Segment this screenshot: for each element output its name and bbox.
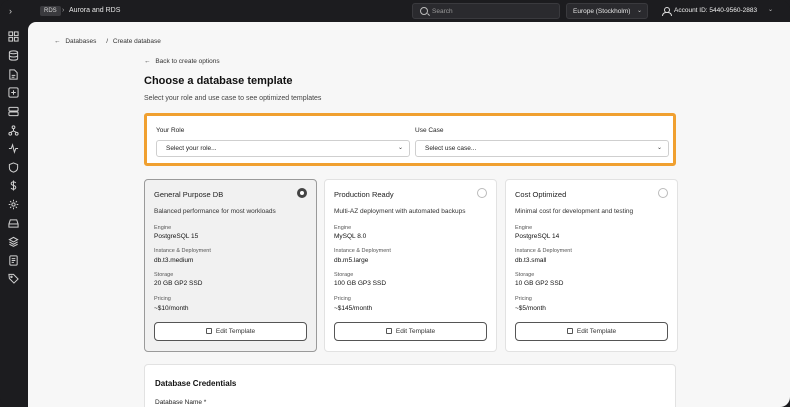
account-id: Account ID: 5440-9560-2883 bbox=[674, 7, 758, 14]
search-icon bbox=[420, 7, 428, 15]
shield-icon[interactable] bbox=[8, 162, 19, 173]
instance-value: db.t3.medium bbox=[154, 257, 194, 264]
app-window: › RDS › Aurora and RDS Search Europe (St… bbox=[0, 0, 790, 407]
instance-label: Instance & Deployment bbox=[515, 248, 572, 254]
region-selector[interactable]: Europe (Stockholm) ⌄ bbox=[566, 3, 648, 19]
top-bar: › RDS › Aurora and RDS Search Europe (St… bbox=[0, 0, 790, 22]
usecase-select-value: Select use case... bbox=[425, 145, 477, 152]
card-title: Production Ready bbox=[334, 190, 394, 199]
card-description: Multi-AZ deployment with automated backu… bbox=[334, 208, 466, 215]
template-radio[interactable] bbox=[297, 188, 307, 198]
card-title: General Purpose DB bbox=[154, 190, 224, 199]
pricing-label: Pricing bbox=[154, 296, 171, 302]
engine-value: MySQL 8.0 bbox=[334, 233, 367, 240]
edit-template-button[interactable]: Edit Template bbox=[515, 322, 668, 341]
edit-icon bbox=[205, 328, 212, 334]
chevron-down-icon: ⌄ bbox=[656, 145, 662, 151]
engine-label: Engine bbox=[515, 225, 533, 231]
pricing-label: Pricing bbox=[334, 296, 351, 302]
user-icon bbox=[662, 7, 672, 16]
back-arrow-icon: ← bbox=[144, 58, 151, 65]
storage-value: 20 GB GP2 SSD bbox=[154, 280, 203, 287]
back-arrow-icon[interactable]: ← bbox=[54, 37, 61, 46]
edit-template-label: Edit Template bbox=[215, 328, 256, 335]
expand-menu-icon[interactable]: › bbox=[9, 5, 19, 17]
storage-icon[interactable] bbox=[8, 218, 19, 229]
storage-value: 10 GB GP2 SSD bbox=[515, 280, 564, 287]
engine-label: Engine bbox=[334, 225, 352, 231]
breadcrumb-separator: › bbox=[62, 7, 65, 14]
main-content: ← Databases / Create database ← Back to … bbox=[28, 22, 790, 407]
activity-icon[interactable] bbox=[8, 143, 19, 154]
tag-icon[interactable] bbox=[8, 273, 19, 284]
card-description: Balanced performance for most workloads bbox=[154, 208, 276, 215]
breadcrumb-current: Create database bbox=[112, 38, 161, 45]
edit-icon bbox=[566, 328, 573, 334]
filter-panel: Your Role Select your role... ⌄ Use Case… bbox=[144, 113, 676, 166]
database-icon[interactable] bbox=[8, 50, 19, 61]
instance-label: Instance & Deployment bbox=[334, 248, 391, 254]
instance-label: Instance & Deployment bbox=[154, 248, 211, 254]
instance-value: db.t3.small bbox=[515, 257, 547, 264]
storage-value: 100 GB GP3 SSD bbox=[334, 280, 387, 287]
template-radio[interactable] bbox=[658, 188, 668, 198]
search-input[interactable]: Search bbox=[412, 3, 560, 19]
layers-icon[interactable] bbox=[8, 236, 19, 247]
role-select[interactable]: Select your role... ⌄ bbox=[156, 140, 410, 157]
edit-template-button[interactable]: Edit Template bbox=[154, 322, 307, 341]
pricing-value: ~$145/month bbox=[334, 305, 373, 312]
report-icon[interactable] bbox=[8, 255, 19, 266]
service-crumb[interactable]: Aurora and RDS bbox=[69, 5, 120, 17]
engine-value: PostgreSQL 15 bbox=[154, 233, 199, 240]
pricing-value: ~$5/month bbox=[515, 305, 546, 312]
gear-icon[interactable] bbox=[8, 199, 19, 210]
chevron-down-icon: ⌄ bbox=[397, 145, 403, 151]
engine-label: Engine bbox=[154, 225, 172, 231]
page-subtitle: Select your role and use case to see opt… bbox=[144, 95, 322, 102]
back-to-options-link[interactable]: ← Back to create options bbox=[144, 57, 220, 66]
usecase-label: Use Case bbox=[415, 127, 444, 134]
card-title: Cost Optimized bbox=[515, 190, 567, 199]
edit-template-label: Edit Template bbox=[576, 328, 617, 335]
breadcrumb: ← Databases / Create database bbox=[54, 37, 161, 46]
breadcrumb-databases[interactable]: Databases bbox=[65, 37, 96, 46]
document-icon[interactable] bbox=[8, 69, 19, 80]
storage-label: Storage bbox=[515, 272, 535, 278]
network-icon[interactable] bbox=[8, 125, 19, 136]
left-sidebar bbox=[0, 22, 28, 407]
card-description: Minimal cost for development and testing bbox=[515, 208, 634, 215]
pricing-label: Pricing bbox=[515, 296, 532, 302]
instance-value: db.m5.large bbox=[334, 257, 369, 264]
chevron-down-icon: ⌄ bbox=[768, 7, 774, 13]
role-select-value: Select your role... bbox=[166, 145, 217, 152]
service-badge[interactable]: RDS bbox=[40, 6, 61, 16]
region-label: Europe (Stockholm) bbox=[573, 8, 631, 15]
page-title: Choose a database template bbox=[144, 75, 293, 87]
plus-box-icon[interactable] bbox=[8, 87, 19, 98]
dashboard-icon[interactable] bbox=[8, 31, 19, 42]
server-icon[interactable] bbox=[8, 106, 19, 117]
edit-template-button[interactable]: Edit Template bbox=[334, 322, 487, 341]
dollar-icon[interactable] bbox=[8, 180, 19, 191]
storage-label: Storage bbox=[334, 272, 354, 278]
database-name-label: Database Name * bbox=[155, 399, 207, 406]
template-radio[interactable] bbox=[477, 188, 487, 198]
template-card-cost-optimized[interactable]: Cost Optimized Minimal cost for developm… bbox=[505, 179, 678, 352]
template-card-general-purpose[interactable]: General Purpose DB Balanced performance … bbox=[144, 179, 317, 352]
back-link-label: Back to create options bbox=[155, 58, 220, 65]
template-card-production-ready[interactable]: Production Ready Multi-AZ deployment wit… bbox=[324, 179, 497, 352]
engine-value: PostgreSQL 14 bbox=[515, 233, 560, 240]
breadcrumb-separator: / bbox=[106, 38, 109, 45]
storage-label: Storage bbox=[154, 272, 174, 278]
pricing-value: ~$10/month bbox=[154, 305, 189, 312]
chevron-down-icon: ⌄ bbox=[636, 8, 642, 14]
credentials-panel: Database Credentials Database Name * bbox=[144, 364, 676, 407]
usecase-select[interactable]: Select use case... ⌄ bbox=[415, 140, 669, 157]
credentials-heading: Database Credentials bbox=[155, 379, 237, 388]
edit-template-label: Edit Template bbox=[395, 328, 436, 335]
role-label: Your Role bbox=[156, 127, 185, 134]
search-placeholder: Search bbox=[432, 8, 453, 15]
edit-icon bbox=[385, 328, 392, 334]
